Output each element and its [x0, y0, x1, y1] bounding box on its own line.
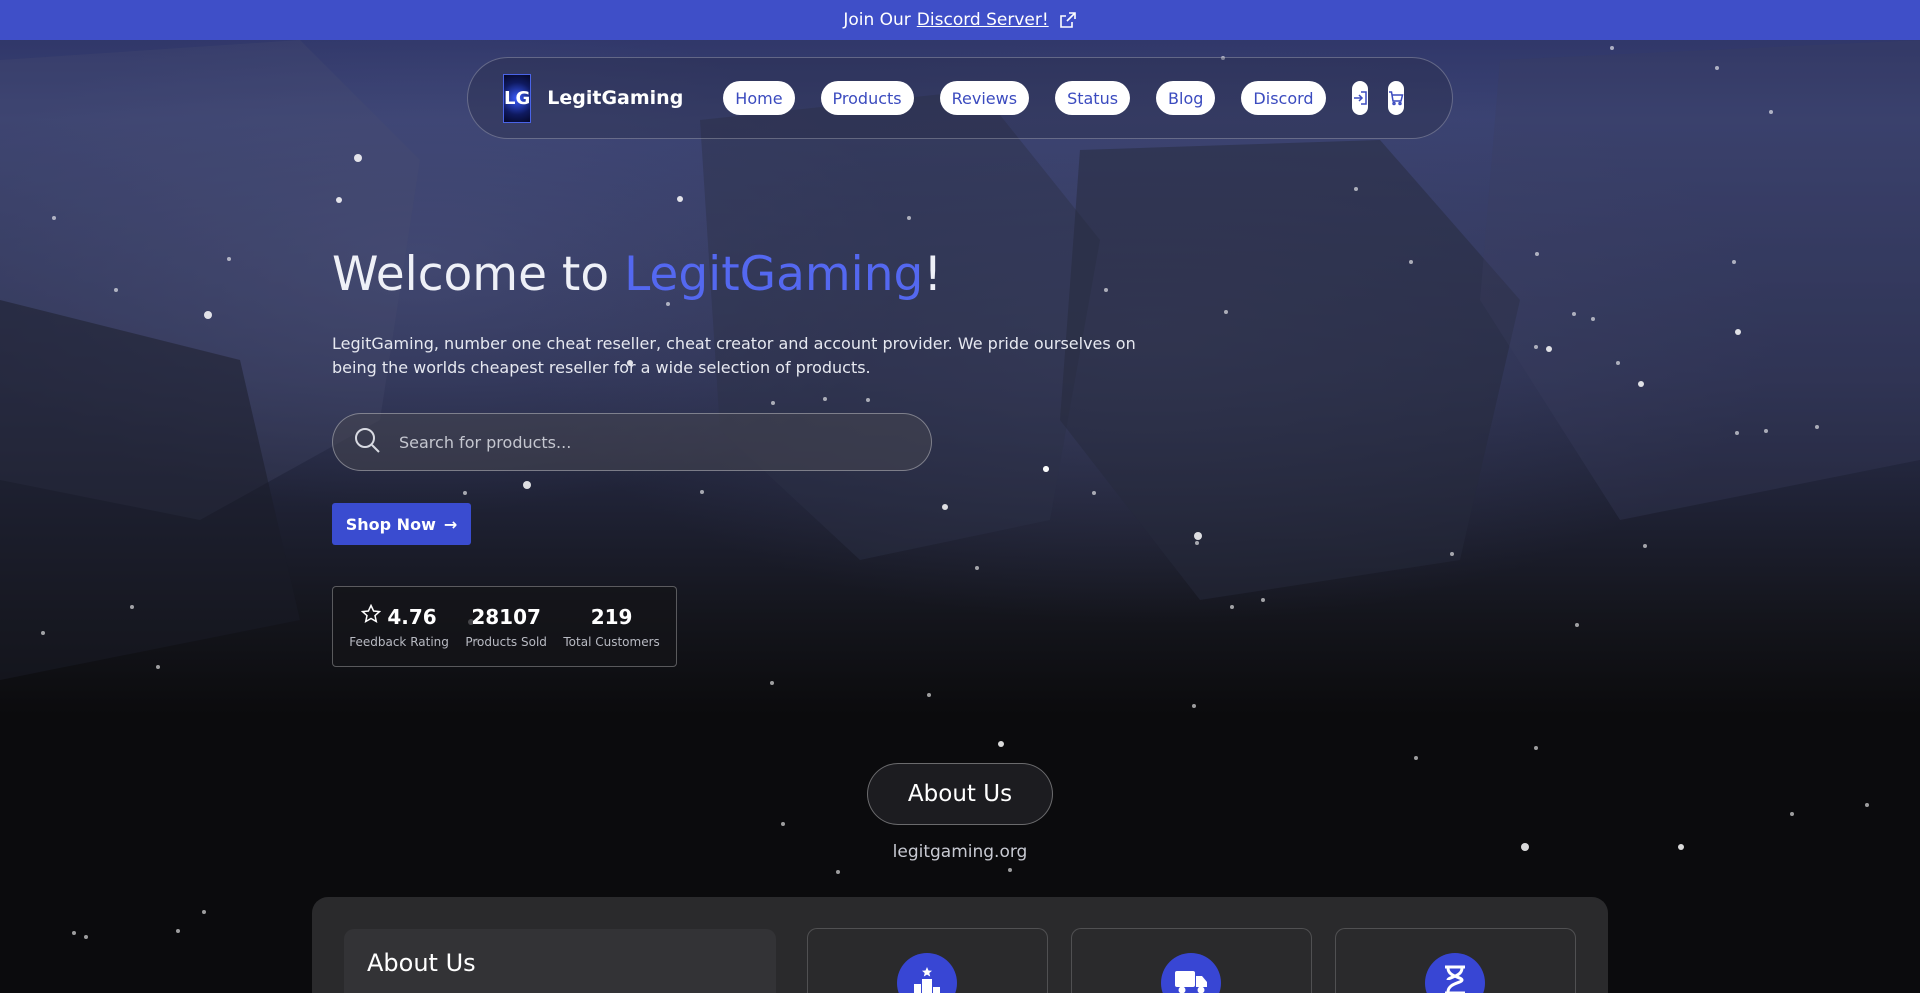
announcement-bar: Join Our Discord Server! — [0, 0, 1920, 40]
podium-icon — [897, 953, 957, 993]
site-domain: legitgaming.org — [892, 842, 1028, 862]
site-logo[interactable]: LG — [503, 73, 532, 123]
logo-text: LG — [504, 87, 531, 109]
hourglass-icon — [1425, 953, 1485, 993]
hero-title: Welcome to LegitGaming! — [332, 247, 942, 302]
nav-status[interactable]: Status — [1055, 81, 1131, 115]
hero-title-suffix: ! — [923, 247, 943, 302]
nav-blog[interactable]: Blog — [1156, 81, 1216, 115]
shop-now-label: Shop Now — [345, 514, 436, 534]
stats-panel: 4.76 Feedback Rating 28107 Products Sold… — [332, 586, 677, 667]
truck-icon — [1161, 953, 1221, 993]
about-card: About Us — [344, 929, 776, 993]
stat-value: 4.76 — [387, 604, 437, 629]
star-icon — [361, 603, 387, 629]
announcement-prefix: Join Our — [843, 10, 911, 30]
hero-title-prefix: Welcome to — [332, 247, 625, 302]
hero-title-accent: LegitGaming — [624, 247, 924, 302]
about-card-title: About Us — [367, 949, 476, 977]
stat-label: Feedback Rating — [349, 635, 449, 649]
external-link-icon[interactable] — [1059, 11, 1077, 29]
feature-card-podium — [807, 928, 1048, 993]
nav-discord[interactable]: Discord — [1241, 81, 1326, 115]
discord-server-link[interactable]: Discord Server! — [917, 10, 1049, 30]
arrow-right-icon: → — [443, 514, 458, 534]
brand-name[interactable]: LegitGaming — [547, 87, 683, 109]
login-icon[interactable] — [1351, 81, 1368, 115]
stat-label: Total Customers — [563, 634, 660, 649]
stat-products-sold: 28107 Products Sold — [465, 605, 547, 649]
main-navbar: LG LegitGaming Home Products Reviews Sta… — [467, 57, 1453, 139]
feature-card-hourglass — [1335, 928, 1576, 993]
nav-products[interactable]: Products — [820, 81, 914, 115]
search-input[interactable] — [399, 432, 899, 452]
nav-home[interactable]: Home — [723, 81, 795, 115]
about-section: About Us — [312, 897, 1608, 993]
stat-label: Products Sold — [465, 634, 547, 649]
feature-card-truck — [1071, 928, 1312, 993]
about-us-pill: About Us — [867, 763, 1053, 825]
shop-now-button[interactable]: Shop Now → — [332, 503, 471, 545]
search-icon — [353, 426, 381, 458]
search-bar[interactable] — [332, 413, 932, 471]
stat-feedback-rating: 4.76 Feedback Rating — [349, 603, 449, 649]
cart-icon[interactable] — [1387, 81, 1404, 115]
hero-description: LegitGaming, number one cheat reseller, … — [332, 334, 1136, 377]
nav-reviews[interactable]: Reviews — [939, 81, 1030, 115]
stat-value: 28107 — [471, 604, 541, 629]
stat-total-customers: 219 Total Customers — [563, 605, 659, 649]
stat-value: 219 — [590, 604, 633, 629]
